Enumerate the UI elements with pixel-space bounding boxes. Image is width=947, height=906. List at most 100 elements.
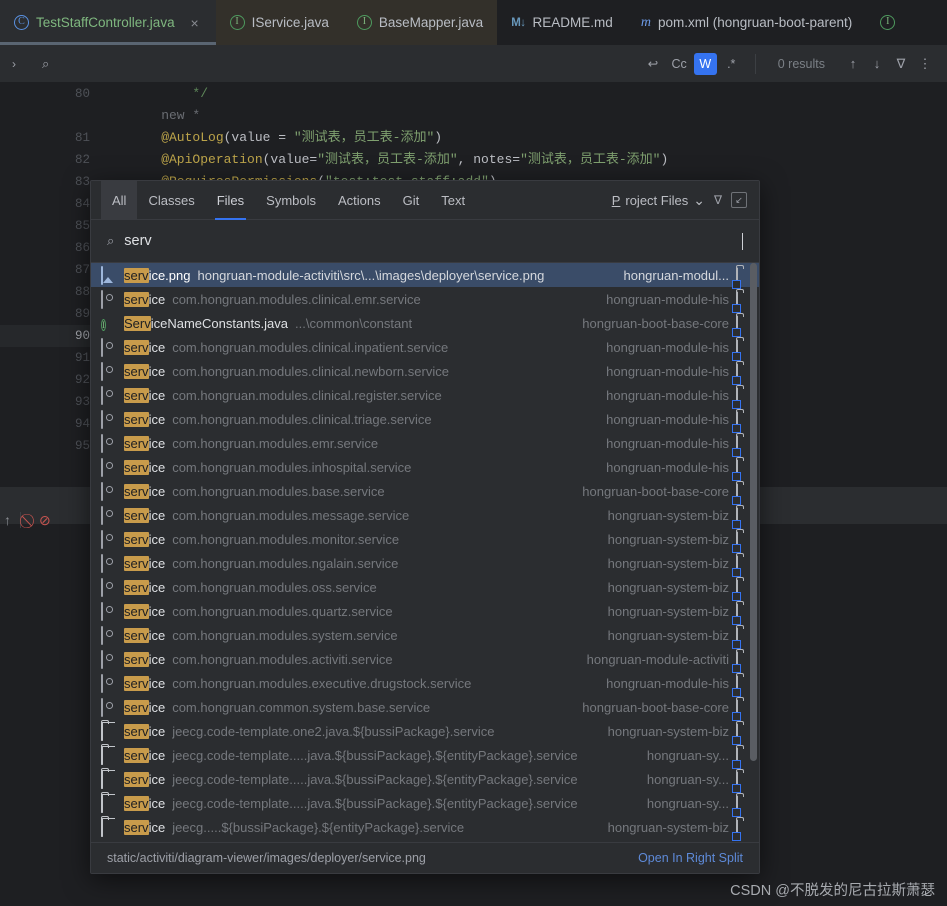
editor-tab-label: README.md xyxy=(532,15,613,30)
editor-tab-4[interactable]: m pom.xml (hongruan-boot-parent) xyxy=(627,0,866,45)
search-result-row[interactable]: service com.hongruan.modules.clinical.reg… xyxy=(91,383,759,407)
search-result-row[interactable]: service com.hongruan.modules.monitor.serv… xyxy=(91,527,759,551)
result-icon xyxy=(101,530,117,549)
search-result-row[interactable]: service jeecg.code-template.....java.${bu… xyxy=(91,791,759,815)
search-result-row[interactable]: service com.hongruan.modules.emr.service h… xyxy=(91,431,759,455)
editor-tab-0[interactable]: C TestStaffController.java × xyxy=(0,0,216,45)
words-toggle[interactable]: W xyxy=(693,52,717,75)
folder-icon xyxy=(101,818,103,837)
search-result-row[interactable]: service.png hongruan-module-activiti\src\… xyxy=(91,263,759,287)
search-results-list[interactable]: service.png hongruan-module-activiti\src\… xyxy=(91,263,759,842)
package-icon xyxy=(101,482,103,501)
result-module: hongruan-module-his xyxy=(606,411,729,427)
search-result-row[interactable]: service jeecg.....${bussiPackage}.${entit… xyxy=(91,815,759,839)
editor-tab-overflow[interactable]: I xyxy=(866,0,909,45)
package-icon xyxy=(101,602,103,621)
result-name: service xyxy=(124,603,166,619)
search-result-row[interactable]: service jeecg.code-template.one2.java.${b… xyxy=(91,719,759,743)
gutter-line-number: 95 xyxy=(74,439,90,453)
search-tab-git[interactable]: Git xyxy=(392,181,431,220)
search-tabs-right-controls: Project Files ⌄ ∇ ↙ xyxy=(612,192,759,209)
find-input[interactable] xyxy=(49,56,642,71)
match-highlight: serv xyxy=(124,771,149,787)
search-result-row[interactable]: service com.hongruan.modules.executive.dr… xyxy=(91,671,759,695)
filter-icon[interactable]: ∇ xyxy=(714,193,722,207)
scrollbar-thumb[interactable] xyxy=(750,263,757,761)
editor-tab-label: pom.xml (hongruan-boot-parent) xyxy=(657,15,853,30)
search-tab-actions[interactable]: Actions xyxy=(327,181,392,220)
search-field-container[interactable]: ⌕ serv xyxy=(91,220,759,263)
open-in-right-split-link[interactable]: Open In Right Split xyxy=(638,851,743,865)
package-icon xyxy=(101,458,103,477)
more-options-button[interactable]: ⋮ xyxy=(913,56,937,72)
disable-breakpoints-button[interactable]: ⊘ xyxy=(39,512,51,529)
result-path: jeecg.code-template.....java.${bussiPack… xyxy=(172,747,578,763)
pin-window-icon[interactable]: ↙ xyxy=(731,192,747,208)
result-icon: I xyxy=(101,315,117,331)
search-result-row[interactable]: service com.hongruan.modules.message.serv… xyxy=(91,503,759,527)
result-path: ...\common\constant xyxy=(295,315,413,331)
result-path: com.hongruan.modules.emr.service xyxy=(172,435,379,451)
editor-tab-2[interactable]: I BaseMapper.java xyxy=(342,0,498,45)
result-module: hongruan-boot-base-core xyxy=(582,315,729,331)
match-case-toggle[interactable]: Cc xyxy=(667,53,690,75)
gutter-line-number: 86 xyxy=(74,241,90,255)
editor-tab-label: BaseMapper.java xyxy=(378,15,484,30)
search-result-row[interactable]: service com.hongruan.modules.clinical.tri… xyxy=(91,407,759,431)
search-result-row[interactable]: service jeecg.code-template.....java.${bu… xyxy=(91,743,759,767)
editor-tab-3[interactable]: M↓ README.md xyxy=(497,0,627,45)
search-result-row[interactable]: service com.hongruan.modules.system.servi… xyxy=(91,623,759,647)
search-result-row[interactable]: I ServiceNameConstants.java ...\common\con… xyxy=(91,311,759,335)
result-icon xyxy=(101,674,117,693)
editor-tab-bar: C TestStaffController.java × I IService.java… xyxy=(0,0,947,45)
gutter-line-number: 87 xyxy=(74,263,90,277)
search-input[interactable]: serv xyxy=(124,233,742,249)
search-result-row[interactable]: service com.hongruan.modules.inhospital.s… xyxy=(91,455,759,479)
find-next-button[interactable]: ↓ xyxy=(865,56,889,71)
regex-replace-toggle[interactable]: ↩ xyxy=(641,53,664,75)
search-everywhere-popup[interactable]: All Classes Files Symbols Actions Git Text Pro… xyxy=(90,180,760,874)
search-result-row[interactable]: service com.hongruan.modules.clinical.inp… xyxy=(91,335,759,359)
package-icon xyxy=(101,434,103,453)
search-tab-files[interactable]: Files xyxy=(206,181,255,220)
match-highlight: serv xyxy=(124,579,149,595)
editor-tab-label: IService.java xyxy=(251,15,329,30)
search-tab-symbols[interactable]: Symbols xyxy=(255,181,327,220)
result-module: hongruan-module-his xyxy=(606,339,729,355)
close-tab-icon[interactable]: × xyxy=(188,15,202,31)
search-result-row[interactable]: service jeecg.code-template.....java.${bu… xyxy=(91,767,759,791)
result-name: service xyxy=(124,363,166,379)
find-previous-button[interactable]: ↑ xyxy=(841,56,865,71)
package-icon xyxy=(101,410,103,429)
module-icon xyxy=(736,458,751,478)
match-highlight: serv xyxy=(124,555,149,571)
editor-tab-1[interactable]: I IService.java xyxy=(215,0,343,45)
search-tab-text[interactable]: Text xyxy=(430,181,476,220)
result-path: com.hongruan.modules.clinical.newborn.se… xyxy=(172,363,449,379)
search-result-row[interactable]: service com.hongruan.modules.base.service… xyxy=(91,479,759,503)
package-icon xyxy=(101,530,103,549)
search-tab-classes[interactable]: Classes xyxy=(137,181,205,220)
result-module: hongruan-system-biz xyxy=(607,603,729,619)
package-icon xyxy=(101,578,103,597)
search-result-row[interactable]: service com.hongruan.modules.clinical.emr… xyxy=(91,287,759,311)
search-result-row[interactable]: service com.hongruan.modules.clinical.new… xyxy=(91,359,759,383)
match-highlight: serv xyxy=(124,747,149,763)
search-result-row[interactable]: service com.hongruan.modules.activiti.ser… xyxy=(91,647,759,671)
scope-dropdown[interactable]: Project Files ⌄ xyxy=(612,192,705,209)
results-scrollbar[interactable] xyxy=(750,263,757,842)
search-result-row[interactable]: service com.hongruan.modules.ngalain.serv… xyxy=(91,551,759,575)
result-path: com.hongruan.modules.quartz.service xyxy=(172,603,393,619)
expand-find-button[interactable]: › xyxy=(0,57,28,71)
search-tab-all[interactable]: All xyxy=(101,181,138,220)
code-line: @ApiOperation(value="测试表，员工表-添加", notes=… xyxy=(102,149,947,171)
filter-button[interactable]: ∇ xyxy=(889,56,913,72)
scroll-to-top-button[interactable]: ↑ xyxy=(4,512,11,528)
search-result-row[interactable]: service com.hongruan.modules.quartz.servi… xyxy=(91,599,759,623)
search-result-row[interactable]: service com.hongruan.modules.oss.service h… xyxy=(91,575,759,599)
chevron-down-icon: ⌄ xyxy=(693,191,705,208)
search-result-row[interactable]: service com.hongruan.common.system.base.s… xyxy=(91,695,759,719)
match-highlight: serv xyxy=(124,411,149,427)
regex-toggle[interactable]: .* xyxy=(720,53,743,75)
result-path: com.hongruan.modules.oss.service xyxy=(172,579,377,595)
